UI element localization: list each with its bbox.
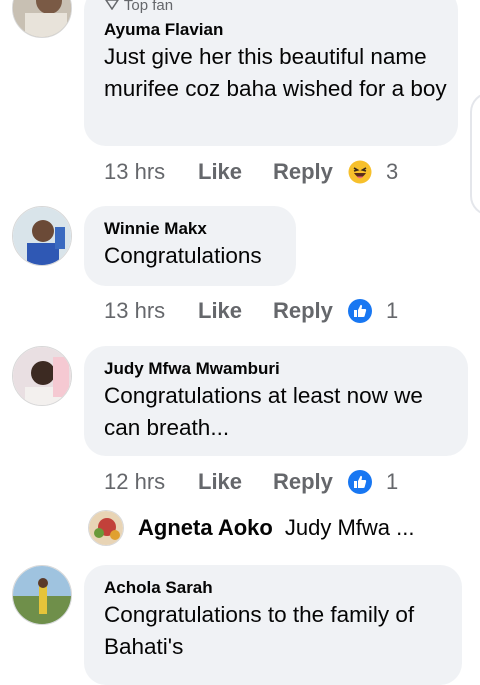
comment-bubble: Winnie Makx Congratulations <box>84 206 296 286</box>
avatar[interactable] <box>12 565 72 625</box>
haha-emoji-icon[interactable] <box>348 160 372 184</box>
like-button[interactable]: Like <box>198 159 273 185</box>
reply-button[interactable]: Reply <box>273 469 348 495</box>
reply-author[interactable]: Agneta Aoko <box>138 515 273 541</box>
comment-text: Just give her this beautiful name murife… <box>104 44 447 101</box>
diamond-icon <box>104 0 124 14</box>
comment-bubble: Achola Sarah Congratulations to the fami… <box>84 565 462 685</box>
comment-text: Congratulations to the family of Bahati'… <box>104 602 415 659</box>
like-button[interactable]: Like <box>198 469 273 495</box>
like-thumb-icon[interactable] <box>348 299 372 323</box>
comment-bubble: Judy Mfwa Mwamburi Congratulations at le… <box>84 346 468 456</box>
reply-button[interactable]: Reply <box>273 159 348 185</box>
comment-time[interactable]: 13 hrs <box>104 159 198 185</box>
comment-actions: 12 hrs Like Reply 1 <box>104 467 398 497</box>
comment-actions: 13 hrs Like Reply 1 <box>104 296 398 326</box>
comment-author[interactable]: Judy Mfwa Mwamburi <box>104 358 450 380</box>
comment-text: Congratulations at least now we can brea… <box>104 383 423 440</box>
avatar[interactable] <box>12 206 72 266</box>
reaction-count[interactable]: 1 <box>386 298 398 324</box>
comment-author[interactable]: Winnie Makx <box>104 218 278 240</box>
top-fan-badge: Top fan <box>104 0 440 13</box>
partial-card-edge <box>470 92 480 216</box>
reaction-count[interactable]: 1 <box>386 469 398 495</box>
comment-time[interactable]: 13 hrs <box>104 298 198 324</box>
comment-actions: 13 hrs Like Reply 3 <box>104 157 398 187</box>
reaction-count[interactable]: 3 <box>386 159 398 185</box>
like-thumb-icon[interactable] <box>348 470 372 494</box>
comment-author[interactable]: Achola Sarah <box>104 577 444 599</box>
reply-preview[interactable]: Agneta Aoko Judy Mfwa ... <box>88 508 414 548</box>
comment-text: Congratulations <box>104 243 262 268</box>
comment-author[interactable]: Ayuma Flavian <box>104 19 440 41</box>
comment-bubble: Top fan Ayuma Flavian Just give her this… <box>84 0 458 146</box>
reply-snippet: Judy Mfwa ... <box>284 515 415 540</box>
reply-button[interactable]: Reply <box>273 298 348 324</box>
avatar <box>88 510 124 546</box>
avatar[interactable] <box>12 346 72 406</box>
comment-time[interactable]: 12 hrs <box>104 469 198 495</box>
like-button[interactable]: Like <box>198 298 273 324</box>
avatar[interactable] <box>12 0 72 38</box>
